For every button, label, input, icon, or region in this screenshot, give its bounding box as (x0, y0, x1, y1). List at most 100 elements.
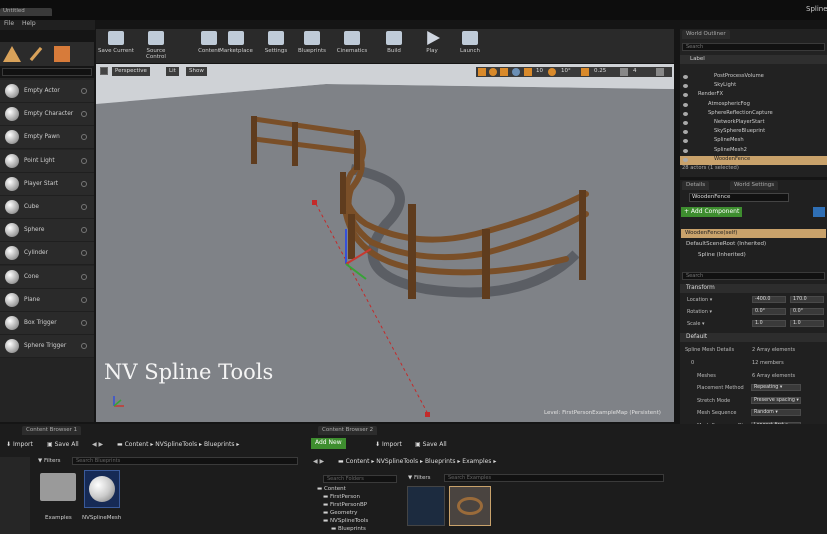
place-item-cylinder[interactable]: Cylinder (0, 242, 94, 266)
cb1-filters-button[interactable]: ▼ Filters (38, 458, 60, 464)
cb2-nav-arrows[interactable]: ◀ ▶ (313, 458, 324, 465)
place-item-sphere[interactable]: Sphere (0, 219, 94, 243)
asset-example-thumb-2[interactable] (449, 486, 491, 526)
visibility-eye-icon[interactable] (683, 111, 688, 116)
rotate-icon[interactable] (489, 68, 497, 76)
toolbar-blueprints-button[interactable]: Blueprints (294, 31, 330, 61)
tab-content-browser-1[interactable]: Content Browser 1 (22, 426, 82, 435)
camera-speed-icon[interactable] (620, 68, 628, 76)
toolbar-cinematics-button[interactable]: Cinematics (334, 31, 370, 61)
place-item-sphere-trigger[interactable]: Sphere Trigger (0, 335, 94, 359)
visibility-eye-icon[interactable] (683, 75, 688, 79)
cb2-search-folders[interactable]: Search Folders (323, 475, 397, 483)
component-self-row[interactable]: WoodenFence(self) (681, 229, 826, 238)
asset-nvsplinemesh-thumb[interactable] (84, 470, 120, 508)
cb1-search[interactable]: Search Blueprints (72, 457, 298, 465)
actor-name-field[interactable]: WoodenFence (689, 193, 789, 202)
info-icon[interactable] (81, 273, 87, 280)
info-icon[interactable] (81, 343, 87, 350)
landscape-mode-icon[interactable] (54, 46, 70, 62)
outliner-row[interactable]: SkySphereBlueprint (680, 128, 827, 137)
level-viewport[interactable]: Perspective Lit Show 10 10° 0.25 4 NV Sp… (96, 64, 674, 422)
cb2-crumb-nvsplinetools[interactable]: NVSplineTools (376, 458, 418, 465)
lit-button[interactable]: Lit (166, 67, 179, 76)
viewport-options-button[interactable] (100, 67, 108, 75)
visibility-eye-icon[interactable] (683, 93, 688, 98)
info-icon[interactable] (81, 227, 87, 234)
info-icon[interactable] (81, 157, 87, 164)
cb1-crumb-nvsplinetools[interactable]: NVSplineTools (155, 441, 197, 448)
place-mode-icon[interactable] (3, 46, 21, 62)
cb1-crumb-blueprints[interactable]: Blueprints (204, 441, 235, 448)
tab-world-outliner[interactable]: World Outliner (682, 30, 730, 39)
outliner-row[interactable]: SplineMesh2 (680, 147, 827, 156)
outliner-row[interactable]: SphereReflectionCapture (680, 110, 827, 119)
outliner-row[interactable]: SplineMesh (680, 137, 827, 146)
cb2-crumb-blueprints[interactable]: Blueprints (425, 458, 456, 465)
cb1-save-all-button[interactable]: ▣ Save All (44, 440, 82, 450)
place-item-point-light[interactable]: Point Light (0, 149, 94, 173)
rotation-snap-icon[interactable] (548, 68, 556, 76)
toolbar-source-control-button[interactable]: Source Control (138, 31, 174, 61)
visibility-eye-icon[interactable] (683, 139, 688, 144)
place-item-empty-actor[interactable]: Empty Actor (0, 80, 94, 103)
place-item-plane[interactable]: Plane (0, 288, 94, 312)
visibility-eye-icon[interactable] (683, 102, 688, 107)
visibility-eye-icon[interactable] (683, 84, 688, 89)
show-button[interactable]: Show (186, 67, 207, 76)
cb2-filters-button[interactable]: ▼ Filters (408, 475, 430, 481)
cb2-import-button[interactable]: ⬇ Import (372, 440, 405, 450)
tab-world-settings[interactable]: World Settings (730, 181, 779, 190)
visibility-eye-icon[interactable] (683, 121, 688, 125)
asset-example-thumb-1[interactable] (407, 486, 445, 526)
toolbar-launch-button[interactable]: Launch (452, 31, 488, 61)
location-x-field[interactable]: -400.0 (752, 296, 786, 303)
cb1-crumb-content[interactable]: Content (125, 441, 149, 448)
info-icon[interactable] (81, 180, 87, 187)
place-item-player-start[interactable]: Player Start (0, 172, 94, 196)
info-icon[interactable] (81, 250, 87, 257)
menu-help[interactable]: Help (22, 20, 36, 27)
component-root[interactable]: DefaultSceneRoot (Inherited) (686, 241, 766, 247)
rotation-snap-value[interactable]: 10° (561, 68, 571, 74)
grid-snap-icon[interactable] (524, 68, 532, 76)
tab-details[interactable]: Details (682, 181, 710, 190)
default-section[interactable]: Default (680, 333, 827, 342)
transform-section[interactable]: Transform (680, 284, 827, 293)
window-tab[interactable]: Untitled (0, 8, 52, 16)
outliner-row[interactable]: PostProcessVolume (680, 73, 827, 82)
place-item-empty-character[interactable]: Empty Character (0, 103, 94, 127)
place-search[interactable] (2, 68, 92, 76)
place-item-box-trigger[interactable]: Box Trigger (0, 312, 94, 335)
visibility-eye-icon[interactable] (683, 130, 688, 135)
info-icon[interactable] (81, 88, 87, 94)
outliner-row[interactable]: RenderFX (680, 91, 827, 100)
add-component-button[interactable]: + Add Component (681, 207, 743, 217)
details-search[interactable]: Search (682, 272, 825, 280)
rotation-x-field[interactable]: 0.0° (752, 308, 786, 315)
place-item-cone[interactable]: Cone (0, 265, 94, 289)
scale-x-field[interactable]: 1.0 (752, 320, 786, 327)
scale-snap-icon[interactable] (581, 68, 589, 76)
folder-tree-item[interactable]: ▬ NVSplineTools (311, 518, 403, 526)
toolbar-marketplace-button[interactable]: Marketplace (218, 31, 254, 61)
outliner-search[interactable]: Search (682, 43, 825, 51)
paint-mode-icon[interactable] (25, 43, 48, 66)
folder-tree-item[interactable]: ▬ FirstPersonBP (311, 502, 403, 510)
toolbar-save-button[interactable]: Save Current (98, 31, 134, 61)
prop-dropdown[interactable]: Preserve spacing ▾ (751, 396, 801, 404)
outliner-row[interactable]: NetworkPlayerStart (680, 119, 827, 128)
outliner-row[interactable]: WoodenFence (680, 155, 827, 165)
info-icon[interactable] (81, 111, 87, 118)
world-local-icon[interactable] (512, 68, 520, 76)
folder-tree-item[interactable]: ▬ Geometry (311, 510, 403, 518)
cb2-crumb-content[interactable]: Content (346, 458, 370, 465)
place-item-empty-pawn[interactable]: Empty Pawn (0, 126, 94, 150)
cb2-crumb-examples[interactable]: Examples (462, 458, 491, 465)
folder-tree-item[interactable]: ▬ Content (311, 486, 403, 494)
info-icon[interactable] (81, 204, 87, 210)
visibility-eye-icon[interactable] (683, 148, 688, 153)
info-icon[interactable] (81, 134, 87, 141)
outliner-row[interactable]: AtmosphericFog (680, 101, 827, 110)
info-icon[interactable] (81, 296, 87, 303)
